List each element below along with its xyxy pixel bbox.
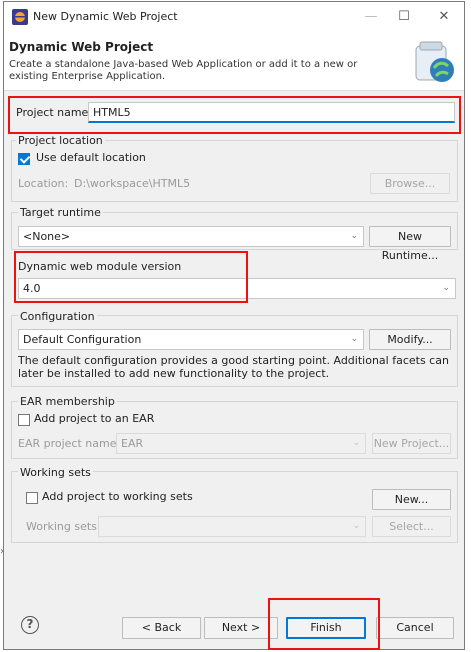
use-default-location-checkbox[interactable] [18,153,30,165]
edge-artifact: › [0,546,4,557]
location-label: Location: [18,177,69,190]
target-runtime-value: <None> [23,230,71,243]
page-description: Create a standalone Java-based Web Appli… [9,59,358,82]
ear-membership-heading: EAR membership [18,395,117,408]
new-ear-project-button[interactable]: New Project... [372,433,451,454]
close-button[interactable]: ✕ [429,6,459,28]
back-button[interactable]: < Back [122,617,201,639]
project-location-heading: Project location [16,134,105,147]
add-to-ear-checkbox[interactable] [18,414,30,426]
module-version-highlight [14,251,248,303]
help-icon[interactable]: ? [21,616,39,634]
title-bar[interactable]: New Dynamic Web Project — ☐ ✕ [4,2,464,32]
working-sets-heading: Working sets [18,466,93,479]
add-to-ear-label[interactable]: Add project to an EAR [34,412,154,425]
configuration-heading: Configuration [18,310,97,323]
chevron-down-icon: ⌄ [350,334,358,344]
cancel-button[interactable]: Cancel [376,617,454,639]
configuration-value: Default Configuration [23,333,142,346]
ear-project-name-value: EAR [121,437,144,450]
location-value: D:\workspace\HTML5 [74,177,191,190]
project-name-highlight [8,96,461,134]
new-working-set-button[interactable]: New... [372,489,451,510]
configuration-select[interactable]: Default Configuration ⌄ [18,329,364,350]
modify-button[interactable]: Modify... [369,329,451,350]
chevron-down-icon: ⌄ [350,231,358,241]
configuration-description: The default configuration provides a goo… [18,354,449,380]
working-sets-select[interactable]: ⌄ [98,516,366,537]
working-sets-label: Working sets: [26,520,101,533]
target-runtime-heading: Target runtime [18,206,103,219]
add-to-working-sets-label[interactable]: Add project to working sets [42,490,193,503]
eclipse-app-icon [12,9,28,25]
target-runtime-select[interactable]: <None> ⌄ [18,226,364,247]
chevron-down-icon: ⌄ [442,283,450,293]
minimize-button[interactable]: — [356,6,386,28]
dialog-window: New Dynamic Web Project — ☐ ✕ Dynamic We… [3,1,465,650]
chevron-down-icon: ⌄ [352,438,360,448]
ear-project-name-label: EAR project name: [18,437,121,450]
page-title: Dynamic Web Project [9,40,154,54]
chevron-down-icon: ⌄ [352,521,360,531]
finish-highlight [268,598,380,650]
browse-button[interactable]: Browse... [370,173,450,194]
new-runtime-button[interactable]: New Runtime... [369,226,451,262]
maximize-button[interactable]: ☐ [389,6,419,28]
wizard-header: Dynamic Web Project Create a standalone … [4,32,464,91]
ear-project-name-select[interactable]: EAR ⌄ [116,433,366,454]
window-title: New Dynamic Web Project [33,10,178,23]
next-button[interactable]: Next > [204,617,278,639]
add-to-working-sets-checkbox[interactable] [26,492,38,504]
web-project-banner-icon [415,41,454,82]
select-working-sets-button[interactable]: Select... [372,516,451,537]
use-default-location-label[interactable]: Use default location [36,151,146,164]
